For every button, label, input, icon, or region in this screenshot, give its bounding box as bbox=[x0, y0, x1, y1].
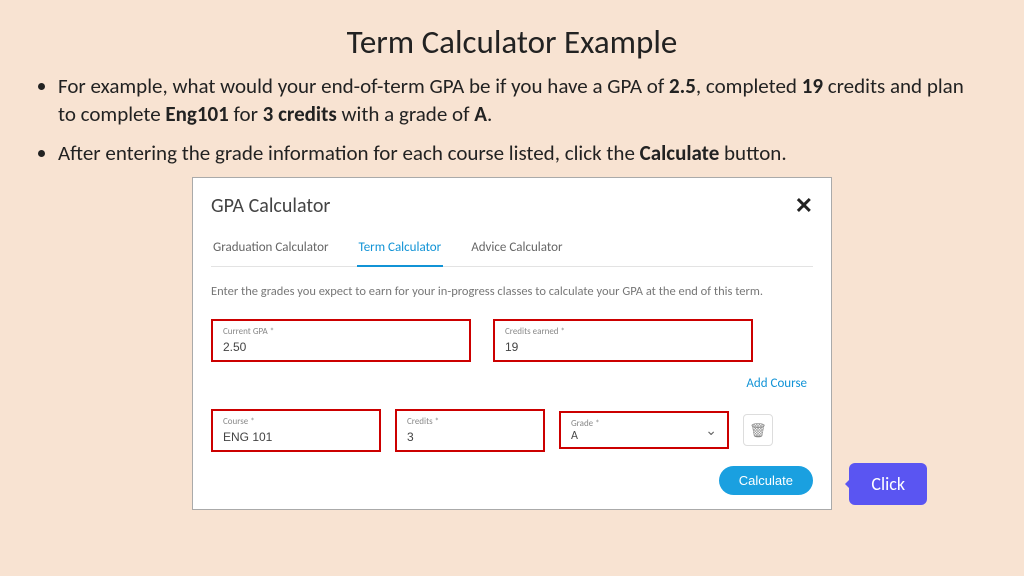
calculate-button[interactable]: Calculate bbox=[719, 466, 813, 495]
tab-graduation-calculator[interactable]: Graduation Calculator bbox=[211, 232, 331, 266]
delete-row-button[interactable]: 🗑 bbox=[743, 414, 773, 446]
tab-bar: Graduation Calculator Term Calculator Ad… bbox=[211, 232, 813, 267]
text: . bbox=[487, 101, 492, 127]
instructions-text: Enter the grades you expect to earn for … bbox=[211, 283, 813, 301]
credits-earned-label: Credits earned * bbox=[505, 326, 741, 337]
course-value: Eng101 bbox=[165, 101, 228, 127]
text: After entering the grade information for… bbox=[58, 140, 640, 166]
chevron-down-icon: ⌄ bbox=[705, 422, 717, 439]
grade-label: Grade * bbox=[571, 418, 705, 429]
credits-input[interactable] bbox=[407, 430, 533, 444]
tab-term-calculator[interactable]: Term Calculator bbox=[357, 232, 444, 267]
credits-label: Credits * bbox=[407, 416, 533, 427]
slide-title: Term Calculator Example bbox=[0, 0, 1024, 62]
bullet-1: For example, what would your end-of-term… bbox=[58, 72, 982, 129]
bullet-list: For example, what would your end-of-term… bbox=[0, 62, 1024, 167]
course-field[interactable]: Course * bbox=[211, 409, 381, 452]
text: for bbox=[229, 101, 263, 127]
text: For example, what would your end-of-term… bbox=[58, 73, 669, 99]
text: , completed bbox=[696, 73, 802, 99]
gpa-value: 2.5 bbox=[669, 73, 696, 99]
current-gpa-label: Current GPA * bbox=[223, 326, 459, 337]
tab-advice-calculator[interactable]: Advice Calculator bbox=[469, 232, 564, 266]
grade-value: A bbox=[474, 101, 487, 127]
course-credits-value: 3 credits bbox=[263, 101, 337, 127]
credits-field[interactable]: Credits * bbox=[395, 409, 545, 452]
close-icon[interactable]: ✕ bbox=[795, 195, 813, 217]
text: button. bbox=[719, 140, 786, 166]
grade-field[interactable]: Grade * A ⌄ bbox=[559, 411, 729, 449]
click-callout: Click bbox=[849, 463, 927, 505]
grade-select-value: A bbox=[571, 429, 705, 443]
add-course-link[interactable]: Add Course bbox=[211, 376, 807, 391]
bullet-2: After entering the grade information for… bbox=[58, 139, 982, 167]
trash-icon: 🗑 bbox=[749, 422, 767, 439]
gpa-calculator-panel: GPA Calculator ✕ Graduation Calculator T… bbox=[192, 177, 832, 510]
text: with a grade of bbox=[337, 101, 475, 127]
course-input[interactable] bbox=[223, 430, 369, 444]
panel-title: GPA Calculator bbox=[211, 194, 330, 218]
calculate-word: Calculate bbox=[640, 140, 720, 166]
current-gpa-field[interactable]: Current GPA * bbox=[211, 319, 471, 362]
course-label: Course * bbox=[223, 416, 369, 427]
credits-earned-input[interactable] bbox=[505, 340, 741, 354]
credits-value: 19 bbox=[802, 73, 823, 99]
current-gpa-input[interactable] bbox=[223, 340, 459, 354]
credits-earned-field[interactable]: Credits earned * bbox=[493, 319, 753, 362]
